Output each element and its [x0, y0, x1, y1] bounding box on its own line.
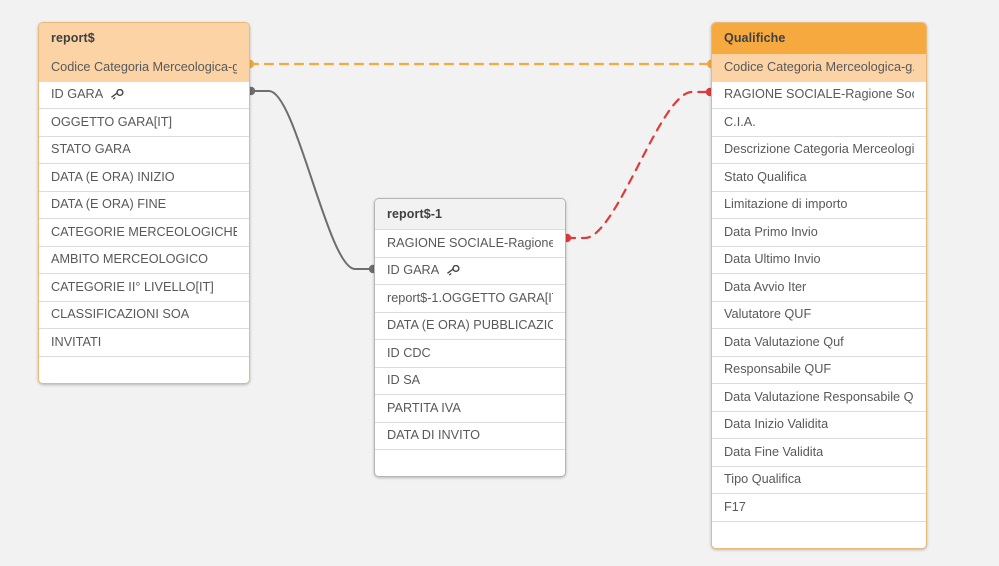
key-icon [110, 88, 124, 101]
field-row[interactable]: PARTITA IVA [375, 395, 565, 423]
association-report1-to-qualifiche[interactable] [565, 90, 712, 240]
field-row[interactable]: DATA (E ORA) FINE [39, 191, 249, 219]
field-row[interactable]: INVITATI [39, 329, 249, 357]
field-label: INVITATI [51, 334, 102, 349]
field-label: DATA (E ORA) PUBBLICAZIO... [387, 318, 553, 332]
field-label: RAGIONE SOCIALE-Ragione Soci... [724, 87, 914, 101]
field-row[interactable]: RAGIONE SOCIALE-Ragione Soci... [712, 81, 926, 109]
field-label: ID SA [387, 373, 421, 387]
field-row[interactable]: Data Avvio Iter [712, 274, 926, 302]
field-row[interactable]: AMBITO MERCEOLOGICO [39, 246, 249, 274]
field-label: AMBITO MERCEOLOGICO [51, 252, 208, 266]
field-row[interactable]: Data Primo Invio [712, 219, 926, 247]
field-label: Valutatore QUF [724, 307, 812, 321]
key-icon [446, 264, 460, 277]
field-label: report$-1.OGGETTO GARA[IT] [387, 290, 553, 305]
field-label: DATA (E ORA) INIZIO [51, 169, 175, 184]
field-label: CATEGORIE MERCEOLOGICHE[IT] [51, 224, 237, 239]
field-row[interactable]: Descrizione Categoria Merceologi... [712, 136, 926, 164]
table-card-report[interactable]: report$ Codice Categoria Merceologica-g..… [38, 22, 250, 384]
field-label: RAGIONE SOCIALE-Ragione ... [387, 235, 553, 250]
field-label: Data Primo Invio [724, 224, 818, 239]
field-row[interactable]: Data Fine Validita [712, 439, 926, 467]
field-label: F17 [724, 499, 746, 514]
field-label: Limitazione di importo [724, 197, 848, 211]
field-label: PARTITA IVA [387, 400, 461, 415]
field-label: Data Fine Validita [724, 444, 824, 459]
table-footer-spacer [375, 450, 565, 476]
field-label: CLASSIFICAZIONI SOA [51, 307, 190, 321]
table-footer-spacer [39, 356, 249, 383]
field-label: Data Avvio Iter [724, 279, 807, 294]
field-row[interactable]: DATA DI INVITO [375, 422, 565, 450]
field-label: Data Valutazione Quf [724, 334, 844, 349]
field-row[interactable]: ID SA [375, 367, 565, 395]
field-label: Data Valutazione Responsabile Quf [724, 389, 914, 404]
field-row[interactable]: ID CDC [375, 340, 565, 368]
field-row[interactable]: Data Valutazione Responsabile Quf [712, 384, 926, 412]
field-label: CATEGORIE II° LIVELLO[IT] [51, 279, 214, 294]
field-row[interactable]: CLASSIFICAZIONI SOA [39, 301, 249, 329]
table-title-qualifiche[interactable]: Qualifiche [712, 23, 926, 54]
field-label: DATA DI INVITO [387, 428, 481, 442]
table-card-qualifiche[interactable]: Qualifiche Codice Categoria Merceologica-… [711, 22, 927, 549]
data-model-canvas[interactable]: report$ Codice Categoria Merceologica-g..… [0, 0, 999, 566]
field-label: ID GARA [387, 263, 440, 277]
field-row[interactable]: DATA (E ORA) INIZIO [39, 164, 249, 192]
field-row[interactable]: Limitazione di importo [712, 191, 926, 219]
field-label: Tipo Qualifica [724, 472, 802, 486]
table-footer-spacer [712, 521, 926, 548]
field-label: OGGETTO GARA[IT] [51, 114, 173, 129]
field-row[interactable]: Tipo Qualifica [712, 466, 926, 494]
field-row[interactable]: Valutatore QUF [712, 301, 926, 329]
field-row[interactable]: Data Inizio Validita [712, 411, 926, 439]
field-label: STATO GARA [51, 142, 131, 156]
field-row[interactable]: OGGETTO GARA[IT] [39, 109, 249, 137]
table-card-report-1[interactable]: report$-1 RAGIONE SOCIALE-Ragione ... ID G… [374, 198, 566, 477]
field-row[interactable]: report$-1.OGGETTO GARA[IT] [375, 285, 565, 313]
field-label: ID GARA [51, 87, 104, 101]
field-row[interactable]: RAGIONE SOCIALE-Ragione ... [375, 230, 565, 258]
field-row[interactable]: Codice Categoria Merceologica-g... [39, 54, 249, 82]
field-label: Responsabile QUF [724, 362, 832, 376]
field-row[interactable]: DATA (E ORA) PUBBLICAZIO... [375, 312, 565, 340]
field-label: Data Inizio Validita [724, 417, 829, 431]
field-row[interactable]: STATO GARA [39, 136, 249, 164]
field-row[interactable]: C.I.A. [712, 109, 926, 137]
field-label: Data Ultimo Invio [724, 252, 821, 266]
field-row[interactable]: CATEGORIE MERCEOLOGICHE[IT] [39, 219, 249, 247]
field-label: DATA (E ORA) FINE [51, 197, 167, 211]
field-row[interactable]: Responsabile QUF [712, 356, 926, 384]
field-label: Descrizione Categoria Merceologi... [724, 142, 914, 156]
field-row[interactable]: Stato Qualifica [712, 164, 926, 192]
field-label: Codice Categoria Merceologica-g... [51, 59, 237, 74]
field-label: Codice Categoria Merceologica-g... [724, 59, 914, 74]
field-row[interactable]: Data Ultimo Invio [712, 246, 926, 274]
table-title-report-1[interactable]: report$-1 [375, 199, 565, 230]
association-report-to-report1[interactable] [250, 90, 374, 270]
table-title-report[interactable]: report$ [39, 23, 249, 54]
field-row[interactable]: ID GARA [375, 257, 565, 285]
field-label: ID CDC [387, 345, 431, 360]
field-row[interactable]: F17 [712, 494, 926, 522]
field-row[interactable]: ID GARA [39, 81, 249, 109]
field-row[interactable]: Data Valutazione Quf [712, 329, 926, 357]
field-label: Stato Qualifica [724, 169, 807, 184]
field-label: C.I.A. [724, 114, 756, 129]
field-row[interactable]: CATEGORIE II° LIVELLO[IT] [39, 274, 249, 302]
field-row[interactable]: Codice Categoria Merceologica-g... [712, 54, 926, 82]
